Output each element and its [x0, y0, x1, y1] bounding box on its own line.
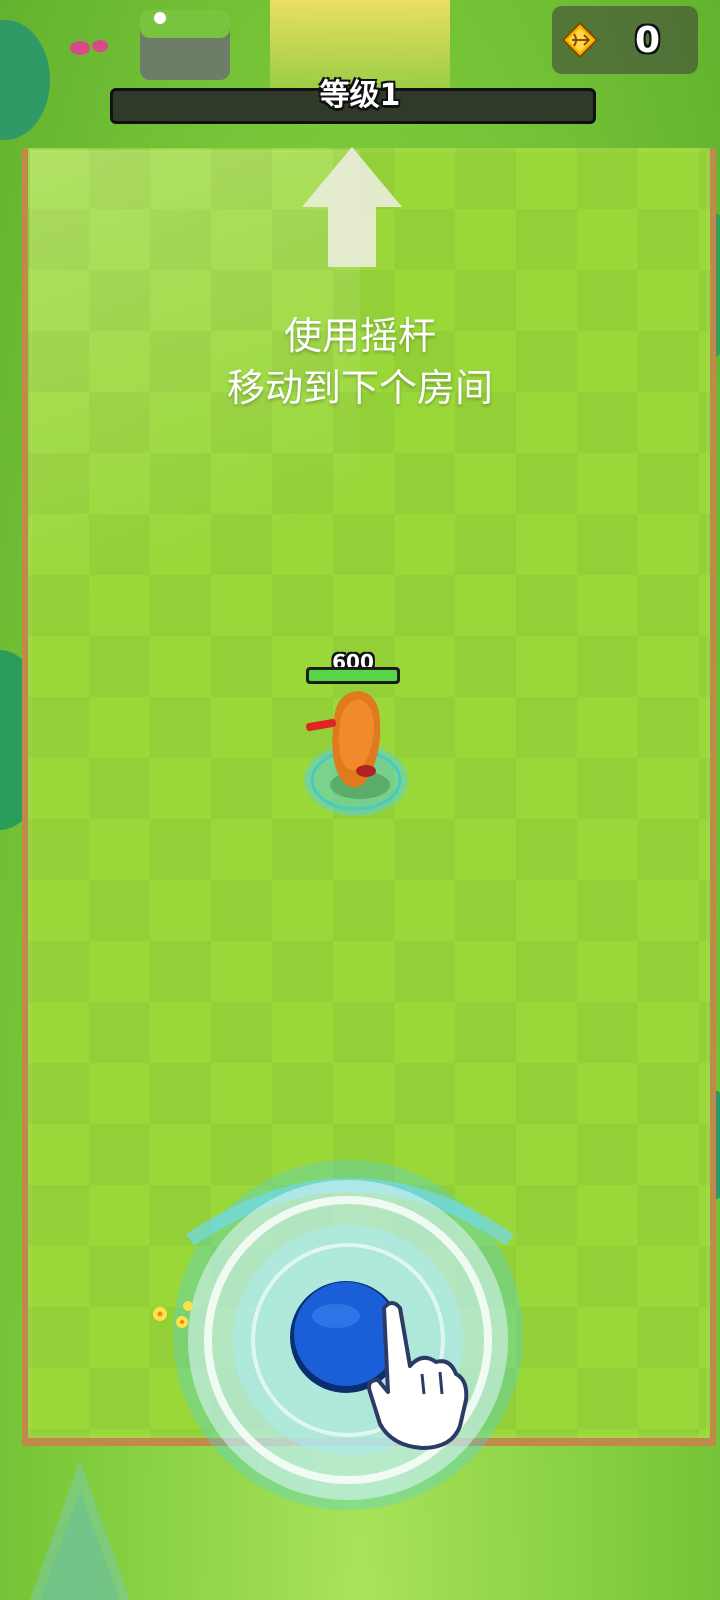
arrow-gem-icon: [562, 22, 598, 58]
game-scene: 等级1 0 使用摇杆 移动到下个房间 600: [0, 0, 720, 1600]
currency-counter: 0: [552, 6, 698, 74]
pink-mushrooms: [70, 40, 108, 55]
player-hp-fill: [309, 670, 397, 681]
pine-tree: [30, 1460, 130, 1600]
virtual-joystick[interactable]: [160, 1140, 540, 1540]
player-hp-bar: [306, 667, 400, 684]
tutorial-instruction: 使用摇杆 移动到下个房间: [0, 310, 720, 414]
player-character: [304, 691, 408, 816]
pointing-hand-icon: [367, 1301, 469, 1450]
currency-value: 0: [634, 20, 660, 61]
yellow-flowers: [153, 1301, 193, 1328]
instruction-line-1: 使用摇杆: [283, 314, 436, 358]
level-label: 等级1: [319, 78, 401, 113]
exit-direction-arrow: [302, 147, 402, 267]
instruction-line-2: 移动到下个房间: [226, 366, 493, 410]
